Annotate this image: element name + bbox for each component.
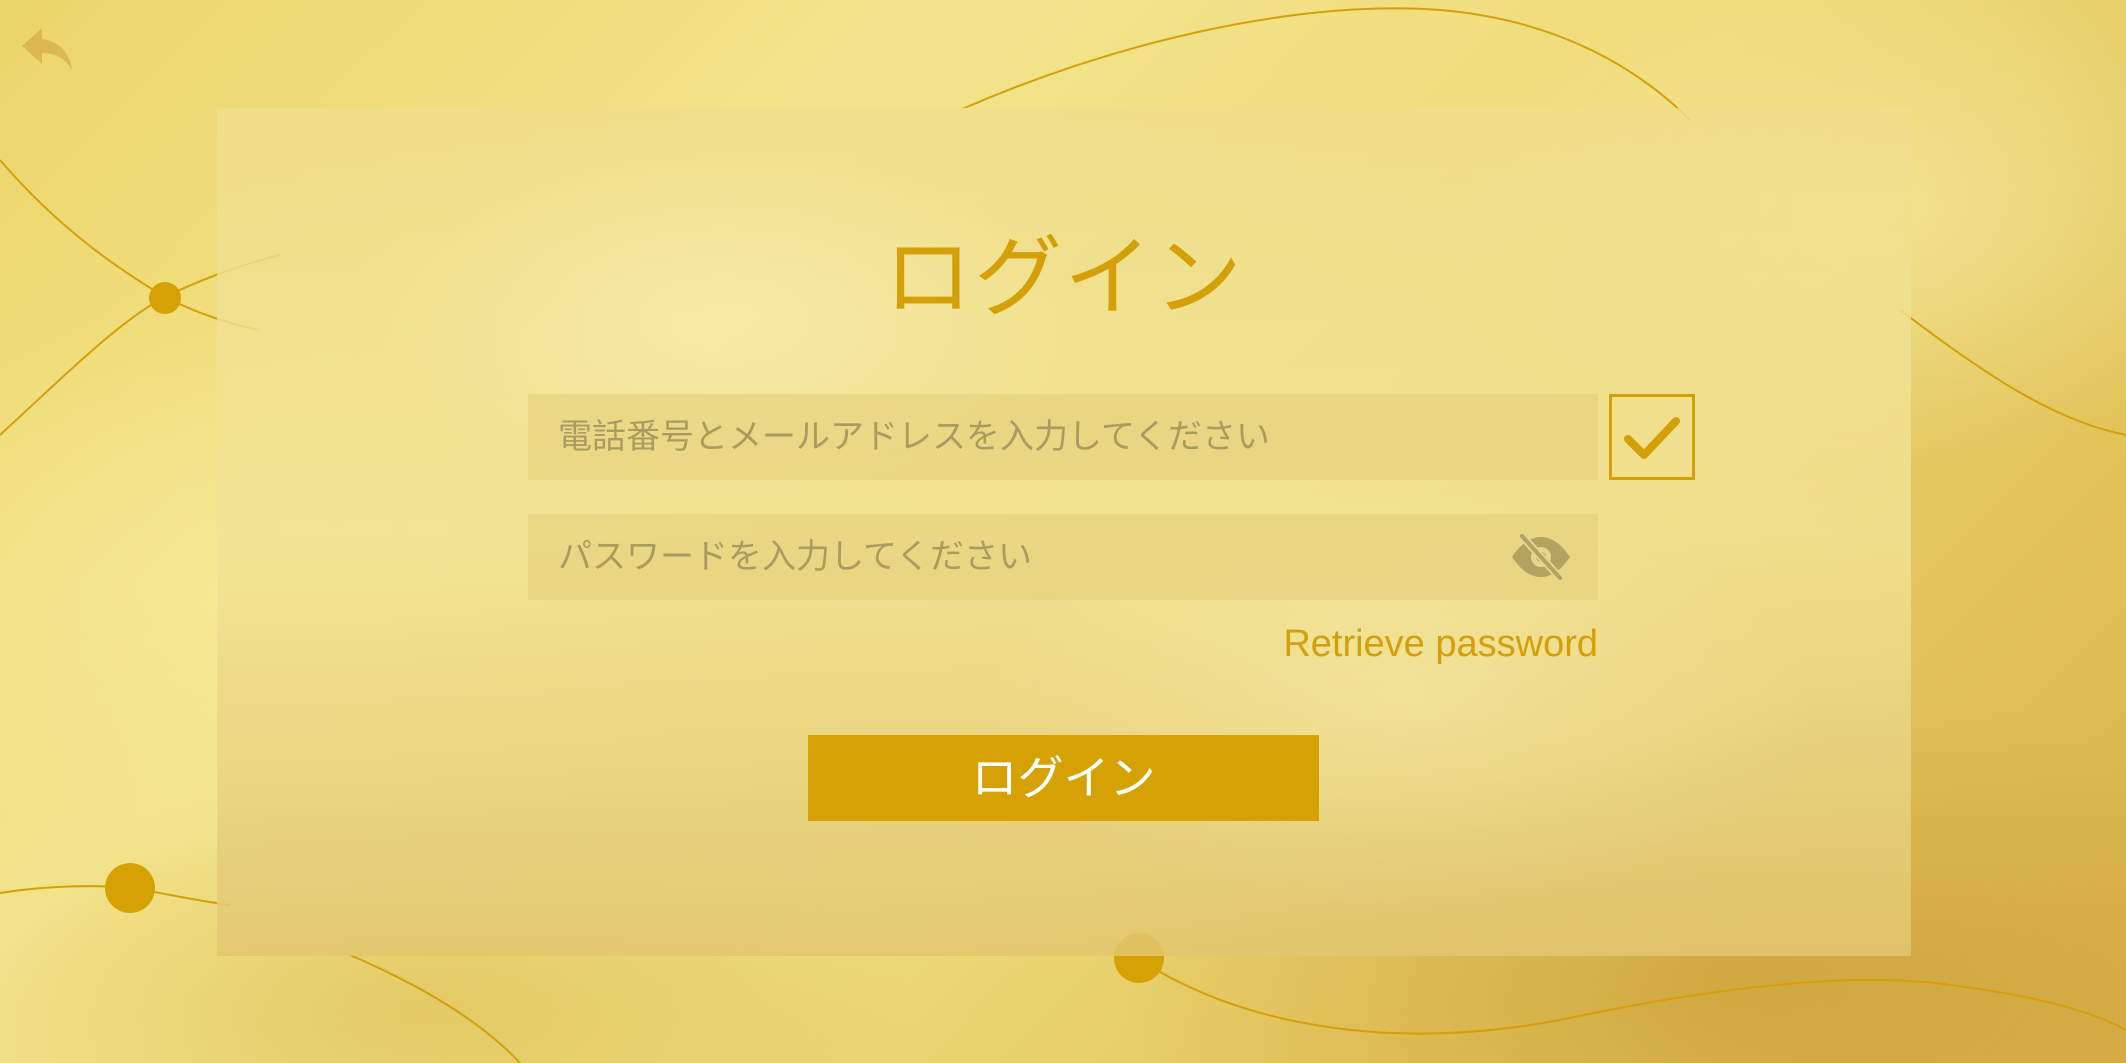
remember-checkbox[interactable] <box>1609 394 1695 480</box>
retrieve-password-link[interactable]: Retrieve password <box>1117 620 1598 668</box>
login-button[interactable]: ログイン <box>808 735 1319 821</box>
eye-slash-icon <box>1512 532 1570 582</box>
back-button[interactable] <box>18 24 78 80</box>
password-input[interactable] <box>528 514 1598 600</box>
login-panel: ログイン Retrieve password ログイン <box>217 108 1911 956</box>
page-title: ログイン <box>883 226 1244 329</box>
password-visibility-toggle[interactable] <box>1508 532 1574 582</box>
back-arrow-icon <box>22 28 72 70</box>
checkmark-icon <box>1624 417 1680 459</box>
account-input[interactable] <box>528 394 1598 480</box>
